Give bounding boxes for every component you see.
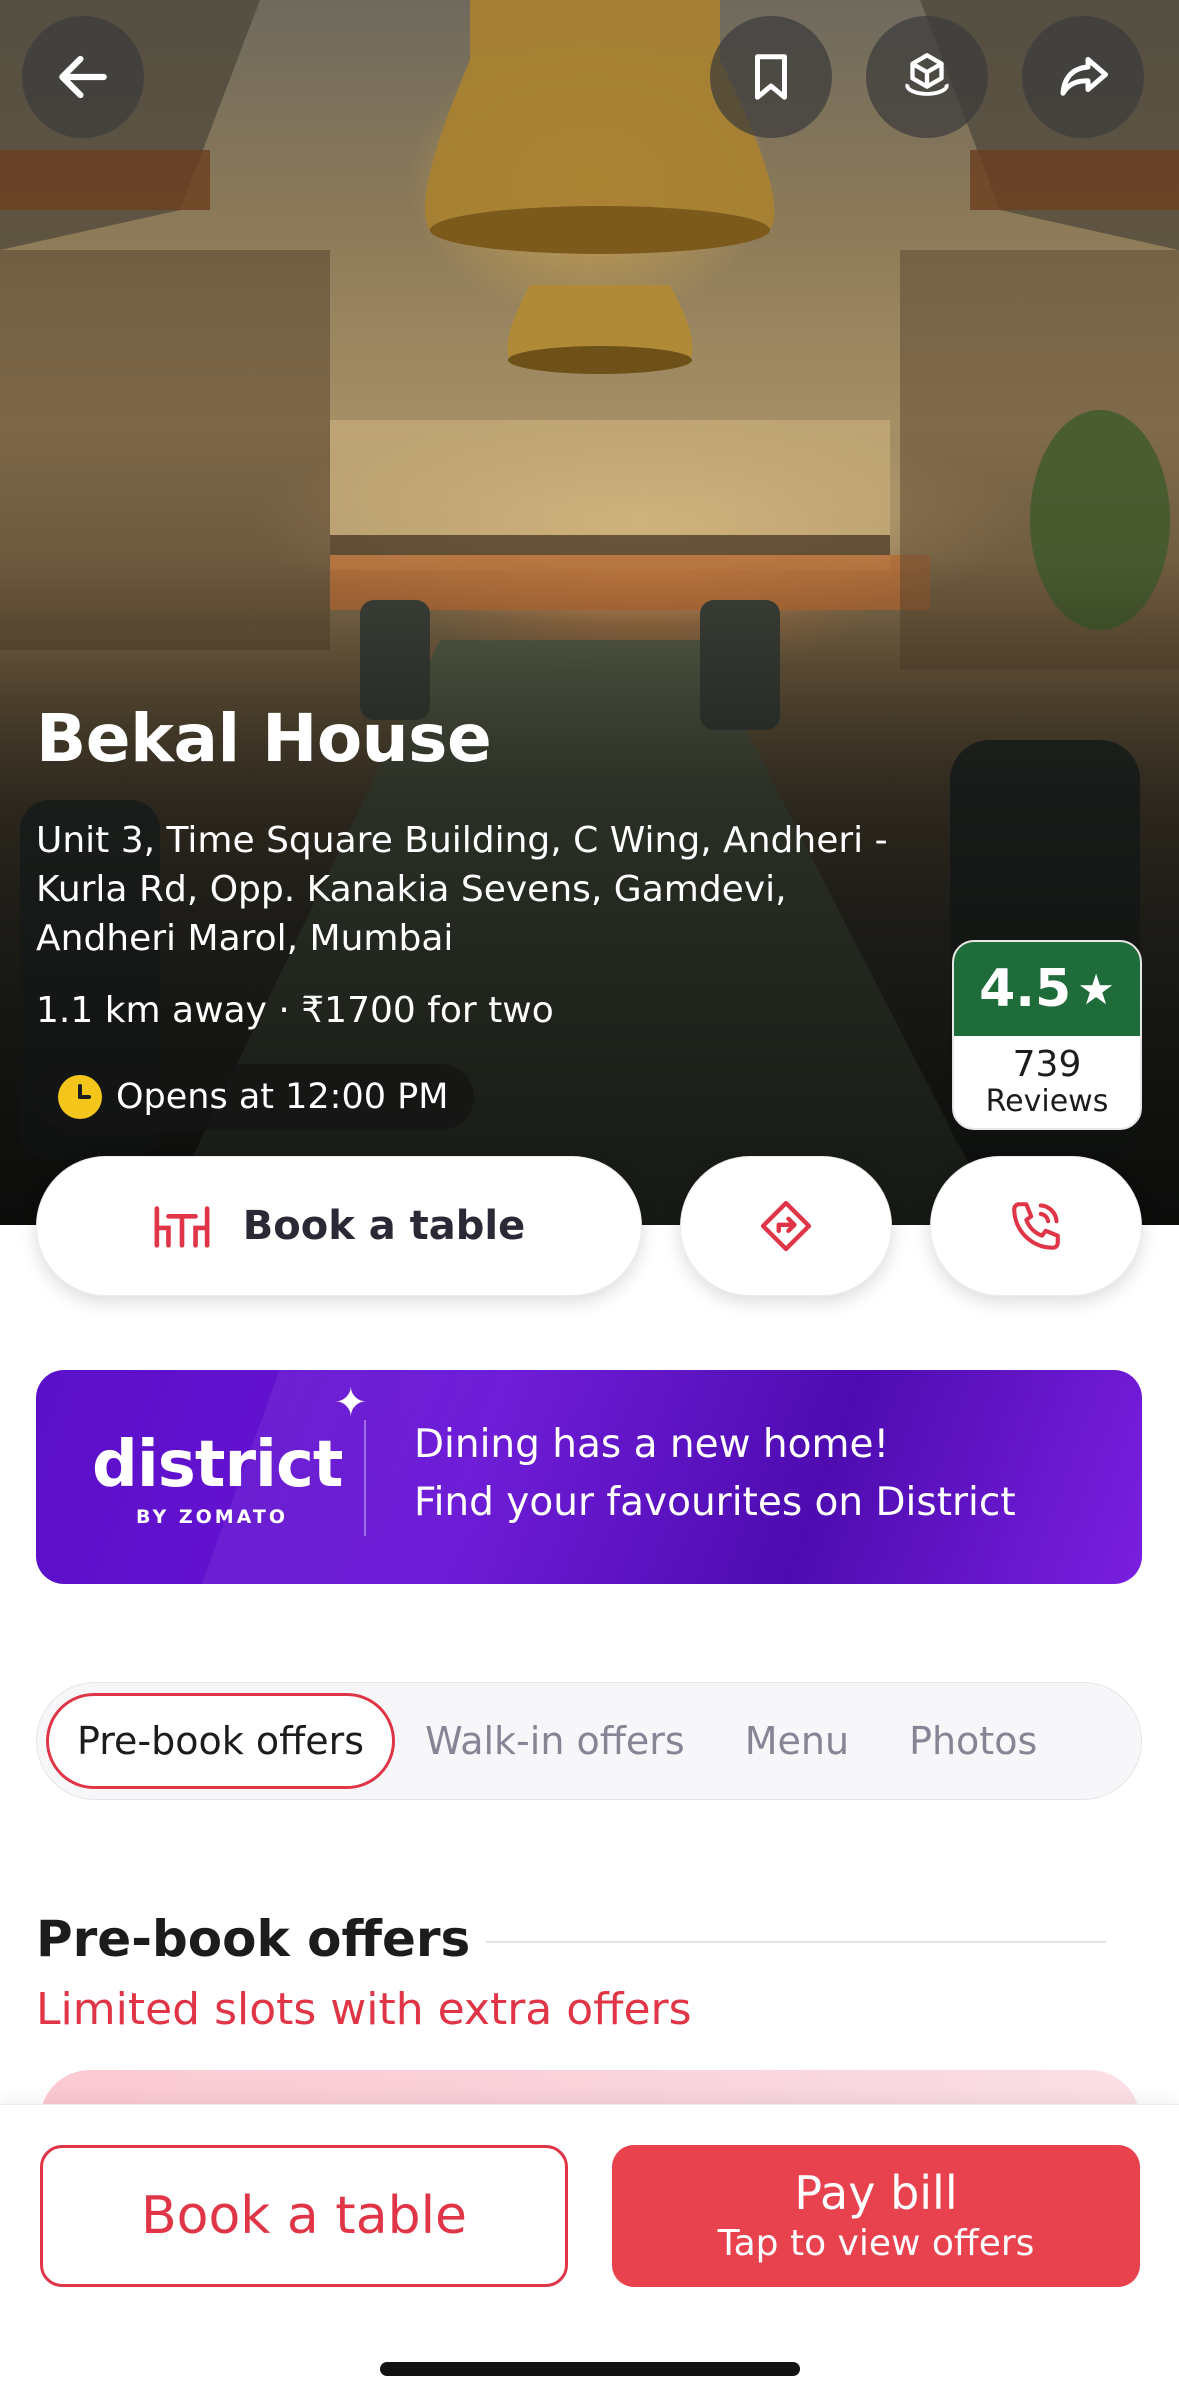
review-label: Reviews bbox=[985, 1084, 1109, 1119]
tab-walk-in-offers[interactable]: Walk-in offers bbox=[395, 1693, 715, 1789]
directions-button[interactable] bbox=[680, 1156, 892, 1296]
share-icon bbox=[1060, 57, 1108, 96]
share-button[interactable] bbox=[1022, 16, 1144, 138]
opening-time-text: Opens at 12:00 PM bbox=[116, 1077, 449, 1117]
3d-cube-icon bbox=[905, 53, 949, 96]
district-logo: district bbox=[92, 1428, 343, 1502]
clock-icon bbox=[58, 1075, 102, 1119]
call-button[interactable] bbox=[930, 1156, 1142, 1296]
review-count: 739 bbox=[1012, 1044, 1082, 1085]
restaurant-address: Unit 3, Time Square Building, C Wing, An… bbox=[36, 820, 888, 959]
ar-view-button[interactable] bbox=[866, 16, 988, 138]
rating-score: 4.5 ★ bbox=[954, 942, 1140, 1036]
section-subtitle: Limited slots with extra offers bbox=[36, 1984, 692, 2035]
bottom-book-table-button[interactable]: Book a table bbox=[40, 2145, 568, 2287]
tab-menu[interactable]: Menu bbox=[715, 1693, 879, 1789]
tab-pre-book-offers[interactable]: Pre-book offers bbox=[46, 1693, 396, 1789]
pay-bill-label: Pay bill bbox=[794, 2166, 958, 2220]
pay-bill-button[interactable]: Pay bill Tap to view offers bbox=[612, 2145, 1140, 2287]
table-chairs-icon bbox=[154, 1206, 210, 1248]
phone-icon bbox=[1012, 1202, 1060, 1250]
section-divider bbox=[486, 1941, 1106, 1943]
arrow-left-icon bbox=[59, 55, 107, 99]
bottom-action-bar: Book a table Pay bill Tap to view offers bbox=[0, 2104, 1179, 2396]
opening-time-badge: Opens at 12:00 PM bbox=[36, 1064, 475, 1130]
bookmark-icon bbox=[755, 54, 787, 100]
sparkle-icon: ✦ bbox=[334, 1380, 368, 1426]
home-indicator[interactable] bbox=[380, 2362, 800, 2376]
star-icon: ★ bbox=[1077, 964, 1115, 1014]
banner-subline: Find your favourites on District bbox=[414, 1480, 1016, 1525]
pay-bill-sublabel: Tap to view offers bbox=[717, 2223, 1035, 2264]
rating-value: 4.5 bbox=[979, 959, 1072, 1019]
book-table-label: Book a table bbox=[242, 1203, 526, 1249]
restaurant-name: Bekal House bbox=[36, 700, 492, 777]
tab-photos[interactable]: Photos bbox=[879, 1693, 1067, 1789]
distance-price: 1.1 km away · ₹1700 for two bbox=[36, 990, 554, 1031]
book-table-button[interactable]: Book a table bbox=[36, 1156, 642, 1296]
district-byline: BY ZOMATO bbox=[136, 1506, 288, 1528]
back-button[interactable] bbox=[22, 16, 144, 138]
bookmark-button[interactable] bbox=[710, 16, 832, 138]
rating-badge[interactable]: 4.5 ★ 739 Reviews bbox=[952, 940, 1142, 1130]
section-tabs: Pre-book offers Walk-in offers Menu Phot… bbox=[36, 1682, 1142, 1800]
direction-icon bbox=[760, 1200, 812, 1252]
banner-headline: Dining has a new home! bbox=[414, 1422, 890, 1467]
section-title: Pre-book offers bbox=[36, 1910, 471, 1968]
district-promo-banner[interactable]: ✦ district BY ZOMATO Dining has a new ho… bbox=[36, 1370, 1142, 1584]
